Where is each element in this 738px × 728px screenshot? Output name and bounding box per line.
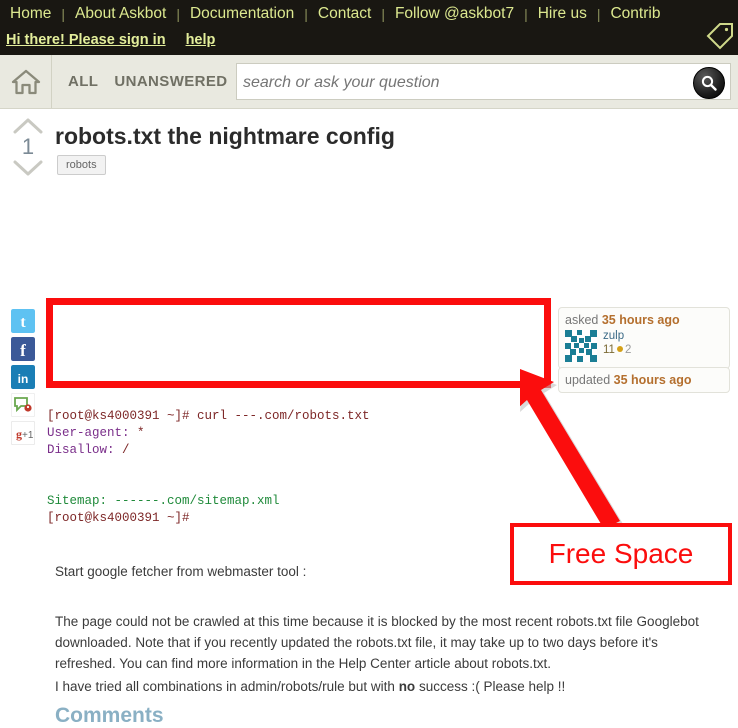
nav-link-home[interactable]: Home: [4, 5, 57, 22]
code-token: /: [122, 442, 130, 457]
code-token: Sitemap: ------.com/sitemap.xml: [47, 493, 280, 508]
code-token: Disallow:: [47, 442, 123, 457]
help-link[interactable]: help: [186, 32, 216, 48]
site-header: Home | About Askbot | Documentation | Contact |…: [0, 0, 738, 55]
home-button[interactable]: [0, 55, 52, 108]
updated-card: updated 35 hours ago: [558, 367, 730, 393]
code-block: [root@ks4000391 ~]# curl ---.com/robots.…: [47, 408, 693, 527]
svg-text:+1: +1: [22, 430, 34, 441]
code-token: curl ---.com/robots.txt: [197, 408, 370, 423]
user-name[interactable]: zulp: [603, 330, 631, 343]
svg-text:in: in: [18, 372, 29, 386]
code-line: User-agent: *: [47, 425, 693, 442]
karma-points: 11: [603, 344, 615, 356]
paragraph-closing: I have tried all combinations in admin/r…: [55, 676, 700, 697]
nav-link-follow-askbot7[interactable]: Follow @askbot7: [389, 5, 520, 22]
nav-separator: |: [524, 5, 528, 22]
user-meta: zulp 11 2: [603, 330, 631, 357]
asked-prefix: asked: [565, 313, 602, 327]
nav-separator: |: [176, 5, 180, 22]
avatar[interactable]: [565, 330, 597, 362]
user-navigation: Hi there! Please sign in help: [0, 24, 738, 53]
code-token: *: [137, 425, 145, 440]
code-line: Sitemap: ------.com/sitemap.xml: [47, 493, 693, 510]
search-input[interactable]: [241, 65, 670, 100]
nav-separator: |: [381, 5, 385, 22]
badge-count: 2: [624, 344, 632, 356]
search-bar: ALL UNANSWERED: [0, 55, 738, 109]
code-token: [root@ks4000391 ~]#: [47, 408, 198, 423]
badge-dot-icon: [616, 346, 623, 353]
asked-time: 35 hours ago: [601, 313, 680, 327]
search-icon: [701, 75, 717, 91]
nav-link-contact[interactable]: Contact: [312, 5, 377, 22]
google-plus-one-icon[interactable]: g +1: [11, 421, 35, 445]
tag-robots[interactable]: robots: [57, 155, 106, 175]
closing-emphasis: no: [398, 678, 416, 694]
svg-text:t: t: [20, 314, 26, 331]
user-karma: 11 2: [603, 343, 631, 357]
nav-separator: |: [61, 5, 65, 22]
tab-all[interactable]: ALL: [68, 73, 98, 90]
free-space-callout: Free Space: [510, 523, 732, 585]
free-space-label: Free Space: [548, 538, 694, 569]
linkedin-icon[interactable]: in: [11, 365, 35, 389]
question-page: 1 t f in g +1 robots.txt the nightmare c…: [0, 109, 738, 727]
home-icon: [11, 69, 40, 94]
code-token: User-agent:: [47, 425, 138, 440]
tag-list: robots: [57, 155, 106, 175]
updated-time: 35 hours ago: [613, 373, 692, 387]
svg-text:f: f: [20, 341, 26, 360]
nav-link-contribute[interactable]: Contrib: [604, 5, 666, 22]
nav-separator: |: [596, 5, 601, 22]
vote-widget: 1: [8, 117, 48, 177]
nav-link-documentation[interactable]: Documentation: [184, 5, 300, 22]
asked-card: asked 35 hours ago zulp 11 2: [558, 307, 730, 369]
closing-text-a: I have tried all combinations in admin/r…: [55, 678, 399, 694]
comments-heading: Comments: [55, 704, 164, 727]
nav-separator: |: [304, 5, 308, 22]
tag-icon[interactable]: [704, 20, 736, 52]
vote-count: 1: [21, 134, 35, 159]
facebook-icon[interactable]: f: [11, 337, 35, 361]
code-token: [root@ks4000391 ~]#: [47, 510, 190, 525]
search-button[interactable]: [693, 67, 725, 99]
page-title: robots.txt the nightmare config: [55, 123, 395, 149]
code-line: [root@ks4000391 ~]# curl ---.com/robots.…: [47, 408, 693, 425]
search-field-wrapper: [236, 63, 731, 100]
nav-link-about-askbot[interactable]: About Askbot: [69, 5, 172, 22]
chevron-down-icon[interactable]: [12, 159, 44, 177]
nav-link-hire-us[interactable]: Hire us: [532, 5, 593, 22]
scope-tabs: ALL UNANSWERED: [52, 73, 228, 90]
closing-text-b: success :( Please help !!: [415, 678, 566, 694]
sign-in-link[interactable]: Hi there! Please sign in: [6, 32, 166, 48]
user-info: zulp 11 2: [565, 330, 723, 362]
tab-unanswered[interactable]: UNANSWERED: [114, 73, 227, 90]
updated-prefix: updated: [565, 373, 614, 387]
chevron-up-icon[interactable]: [12, 117, 44, 135]
empty-area-highlight: [46, 298, 551, 388]
code-line: Disallow: /: [47, 442, 693, 459]
twitter-icon[interactable]: t: [11, 309, 35, 333]
social-share-column: t f in g +1: [11, 309, 37, 449]
identica-icon[interactable]: [11, 393, 35, 417]
main-navigation: Home | About Askbot | Documentation | Contact |…: [0, 0, 738, 24]
paragraph-error: The page could not be crawled at this ti…: [55, 613, 699, 671]
asked-timestamp: asked 35 hours ago: [565, 313, 723, 327]
